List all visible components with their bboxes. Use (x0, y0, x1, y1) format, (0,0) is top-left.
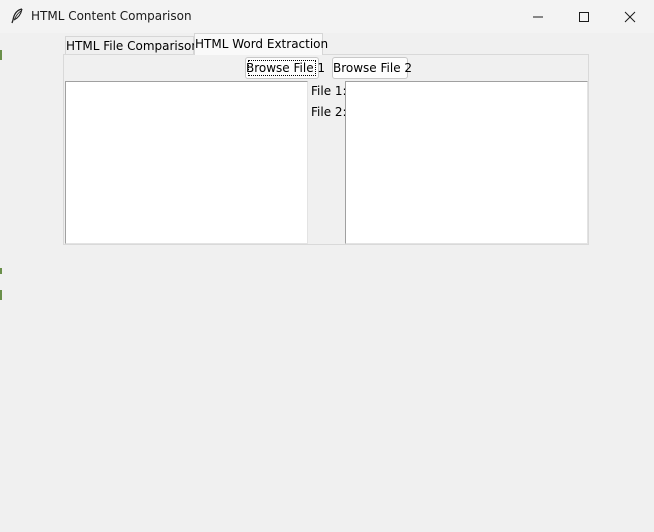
left-edge-marker (0, 50, 2, 60)
file-1-label: File 1: (311, 84, 347, 98)
maximize-button[interactable] (561, 0, 607, 33)
file-2-text-area[interactable] (345, 81, 588, 244)
tab-html-word-extraction[interactable]: HTML Word Extraction (194, 33, 328, 55)
file-2-label: File 2: (311, 105, 347, 119)
tab-html-file-comparison[interactable]: HTML File Comparison (65, 36, 199, 55)
left-edge-marker (0, 268, 2, 274)
minimize-button[interactable] (515, 0, 561, 33)
close-button[interactable] (607, 0, 653, 33)
close-icon (624, 11, 636, 23)
app-window: HTML Content Comparison HTML File Compar… (0, 0, 654, 532)
browse-file-1-button[interactable]: Browse File 1 (245, 57, 325, 79)
window-title: HTML Content Comparison (31, 9, 192, 23)
title-bar[interactable]: HTML Content Comparison (0, 0, 654, 33)
maximize-icon (579, 12, 589, 22)
left-edge-marker (0, 290, 2, 300)
minimize-icon (533, 16, 543, 18)
file-1-text-area[interactable] (65, 81, 308, 244)
tab-label: HTML Word Extraction (195, 37, 329, 51)
browse-file-2-button[interactable]: Browse File 2 (332, 57, 412, 79)
tab-label: HTML File Comparison (66, 39, 199, 53)
feather-icon (11, 8, 23, 24)
